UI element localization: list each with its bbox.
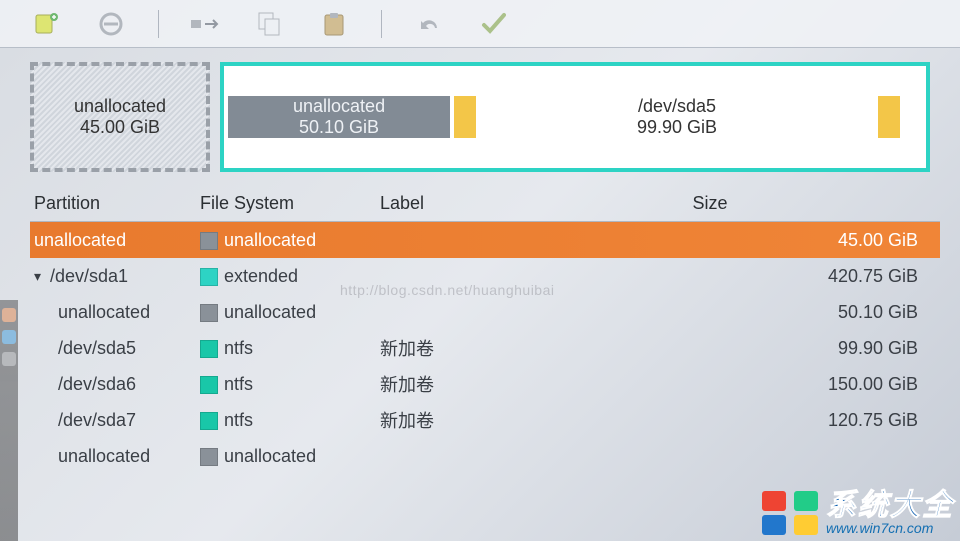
partition-block-size: 50.10 GiB <box>299 117 379 138</box>
resize-icon[interactable] <box>189 7 223 41</box>
toolbar-separator <box>158 10 159 38</box>
filesystem-text: unallocated <box>224 302 316 322</box>
new-partition-icon[interactable] <box>30 7 64 41</box>
partition-name: /dev/sda1 <box>50 266 128 286</box>
cell-partition: ▾/dev/sda1 <box>30 266 200 287</box>
cell-partition: /dev/sda6 <box>30 374 200 395</box>
partition-block-name: /dev/sda5 <box>638 96 716 117</box>
table-row[interactable]: /dev/sda5 ntfs 新加卷99.90 GiB <box>30 330 940 366</box>
launcher-sliver <box>0 300 18 541</box>
cell-filesystem: ntfs <box>200 410 380 431</box>
partition-block-name: unallocated <box>293 96 385 117</box>
cell-partition: /dev/sda7 <box>30 410 200 431</box>
partition-table: Partition File System Label Size unalloc… <box>0 186 960 474</box>
cell-size: 99.90 GiB <box>480 338 940 359</box>
partition-block-extended[interactable]: unallocated 50.10 GiB /dev/sda5 99.90 Gi… <box>220 62 930 172</box>
table-row[interactable]: unallocated unallocated 45.00 GiB <box>30 222 940 258</box>
toolbar-separator <box>381 10 382 38</box>
cell-filesystem: unallocated <box>200 230 380 251</box>
partition-name: unallocated <box>58 302 150 322</box>
cell-partition: unallocated <box>30 446 200 467</box>
paste-icon[interactable] <box>317 7 351 41</box>
copy-icon[interactable] <box>253 7 287 41</box>
cell-size: 50.10 GiB <box>480 302 940 323</box>
watermark-text: http://blog.csdn.net/huanghuibai <box>340 282 555 298</box>
cell-label: 新加卷 <box>380 407 480 433</box>
cell-size: 120.75 GiB <box>480 410 940 431</box>
cell-filesystem: unallocated <box>200 446 380 467</box>
fs-swatch-icon <box>200 304 218 322</box>
filesystem-text: ntfs <box>224 410 253 430</box>
partition-bar: unallocated 45.00 GiB unallocated 50.10 … <box>0 48 960 186</box>
fs-swatch-icon <box>200 448 218 466</box>
cell-size: 150.00 GiB <box>480 374 940 395</box>
fs-swatch-icon <box>200 268 218 286</box>
partition-block-unallocated[interactable]: unallocated 45.00 GiB <box>30 62 210 172</box>
logo-text-cn: 系统大全 <box>826 491 954 521</box>
header-partition[interactable]: Partition <box>30 193 200 214</box>
partition-block-sda5[interactable]: /dev/sda5 99.90 GiB <box>454 96 900 138</box>
expander-icon[interactable]: ▾ <box>34 268 48 285</box>
cell-size: 45.00 GiB <box>480 230 940 251</box>
filesystem-text: ntfs <box>224 374 253 394</box>
undo-icon[interactable] <box>412 7 446 41</box>
fs-swatch-icon <box>200 376 218 394</box>
windows-flag-icon <box>762 491 818 535</box>
filesystem-text: unallocated <box>224 230 316 250</box>
partition-name: unallocated <box>34 230 126 250</box>
header-label[interactable]: Label <box>380 193 480 214</box>
partition-name: unallocated <box>58 446 150 466</box>
cell-filesystem: ntfs <box>200 338 380 359</box>
partition-block-unallocated-inner[interactable]: unallocated 50.10 GiB <box>228 96 450 138</box>
partition-block-size: 99.90 GiB <box>637 117 717 138</box>
fs-swatch-icon <box>200 412 218 430</box>
partition-name: /dev/sda7 <box>58 410 136 430</box>
delete-icon[interactable] <box>94 7 128 41</box>
cell-partition: /dev/sda5 <box>30 338 200 359</box>
partition-name: /dev/sda5 <box>58 338 136 358</box>
partition-block-name: unallocated <box>74 96 166 117</box>
fs-swatch-icon <box>200 340 218 358</box>
partition-block-size: 45.00 GiB <box>80 117 160 138</box>
fs-swatch-icon <box>200 232 218 250</box>
header-size[interactable]: Size <box>480 193 940 214</box>
table-row[interactable]: unallocated unallocated <box>30 438 940 474</box>
filesystem-text: unallocated <box>224 446 316 466</box>
apply-icon[interactable] <box>476 7 510 41</box>
table-row[interactable]: /dev/sda6 ntfs 新加卷150.00 GiB <box>30 366 940 402</box>
filesystem-text: ntfs <box>224 338 253 358</box>
cell-label: 新加卷 <box>380 371 480 397</box>
header-filesystem[interactable]: File System <box>200 193 380 214</box>
table-row[interactable]: unallocated unallocated 50.10 GiB <box>30 294 940 330</box>
table-header-row: Partition File System Label Size <box>30 186 940 222</box>
cell-partition: unallocated <box>30 302 200 323</box>
toolbar <box>0 0 960 48</box>
launcher-icon <box>2 330 16 344</box>
filesystem-text: extended <box>224 266 298 286</box>
cell-filesystem: ntfs <box>200 374 380 395</box>
table-row[interactable]: /dev/sda7 ntfs 新加卷120.75 GiB <box>30 402 940 438</box>
site-logo: 系统大全 www.win7cn.com <box>762 491 954 535</box>
cell-label: 新加卷 <box>380 335 480 361</box>
partition-name: /dev/sda6 <box>58 374 136 394</box>
launcher-icon <box>2 308 16 322</box>
cell-partition: unallocated <box>30 230 200 251</box>
launcher-icon <box>2 352 16 366</box>
cell-filesystem: unallocated <box>200 302 380 323</box>
logo-text-url: www.win7cn.com <box>826 521 954 535</box>
